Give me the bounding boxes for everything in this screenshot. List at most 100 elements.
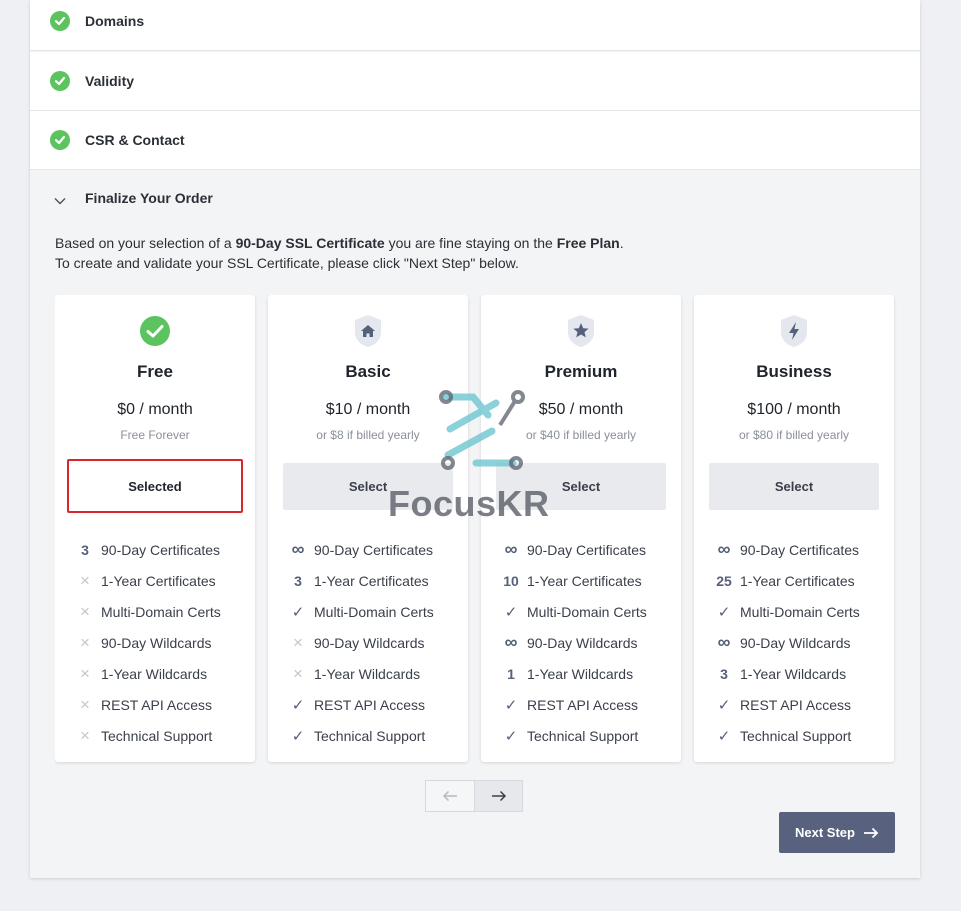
checkmark-icon: ✓ xyxy=(291,696,305,714)
plan-billing-note: or $80 if billed yearly xyxy=(738,428,850,442)
step-label: Finalize Your Order xyxy=(85,190,213,206)
intro-certificate: 90-Day SSL Certificate xyxy=(235,235,385,251)
feature-item: × 1-Year Certificates xyxy=(73,565,253,596)
next-step-button[interactable]: Next Step xyxy=(779,812,895,853)
cross-icon: × xyxy=(80,632,90,652)
feature-item: × 1-Year Wildcards xyxy=(286,658,466,689)
plan-billing-note: Free Forever xyxy=(120,428,190,442)
feature-list: ∞ 90-Day Certificates 10 1-Year Certificate… xyxy=(499,534,679,751)
check-circle-icon xyxy=(139,315,171,347)
plan-name: Business xyxy=(756,362,832,381)
feature-item: ✓ Multi-Domain Certs xyxy=(712,596,892,627)
cross-icon: × xyxy=(80,601,90,621)
feature-item: ✓ REST API Access xyxy=(499,689,679,720)
feature-item: ∞ 90-Day Wildcards xyxy=(499,627,679,658)
step-label: CSR & Contact xyxy=(85,132,185,148)
feature-label: Technical Support xyxy=(314,727,426,744)
plan-price: $50 / month xyxy=(538,401,624,418)
feature-item: ∞ 90-Day Certificates xyxy=(286,534,466,565)
feature-count: 25 xyxy=(716,572,732,589)
step-csr-contact[interactable]: CSR & Contact xyxy=(30,111,920,170)
checkmark-icon: ✓ xyxy=(717,603,731,621)
infinity-icon: ∞ xyxy=(291,539,305,559)
feature-label: Multi-Domain Certs xyxy=(740,603,860,620)
plan-select-button[interactable]: Select xyxy=(283,463,453,510)
arrow-right-icon xyxy=(863,827,879,838)
plan-card-business: Business $100 / month or $80 if billed y… xyxy=(694,295,894,762)
feature-count: 3 xyxy=(294,572,302,589)
plan-carousel: Free $0 / month Free Forever Selected 39… xyxy=(55,295,920,765)
order-wizard-panel: Domains Validity CSR & Contact Finalize … xyxy=(30,0,920,878)
infinity-icon: ∞ xyxy=(504,539,518,559)
cross-icon: × xyxy=(293,663,303,683)
feature-count: 1 xyxy=(507,665,515,682)
plan-card-free: Free $0 / month Free Forever Selected 39… xyxy=(55,295,255,762)
feature-label: REST API Access xyxy=(101,696,213,713)
checkmark-icon: ✓ xyxy=(504,603,518,621)
step-finalize-order[interactable]: Finalize Your Order xyxy=(30,170,920,225)
cross-icon: × xyxy=(80,694,90,714)
plan-card-basic: Basic $10 / month or $8 if billed yearly… xyxy=(268,295,468,762)
checkmark-icon: ✓ xyxy=(504,696,518,714)
step-validity[interactable]: Validity xyxy=(30,52,920,111)
feature-item: 10 1-Year Certificates xyxy=(499,565,679,596)
carousel-prev-button[interactable] xyxy=(425,780,474,812)
feature-label: 1-Year Certificates xyxy=(314,572,429,589)
feature-item: 25 1-Year Certificates xyxy=(712,565,892,596)
checkmark-icon: ✓ xyxy=(717,727,731,745)
star-shield-icon xyxy=(565,315,597,347)
home-shield-icon xyxy=(352,315,384,347)
feature-label: 1-Year Wildcards xyxy=(314,665,421,682)
arrow-right-icon xyxy=(491,790,506,802)
check-circle-icon xyxy=(50,130,70,150)
feature-label: Technical Support xyxy=(527,727,639,744)
cross-icon: × xyxy=(293,632,303,652)
next-step-label: Next Step xyxy=(795,825,855,840)
feature-item: × Multi-Domain Certs xyxy=(73,596,253,627)
feature-label: 1-Year Wildcards xyxy=(101,665,208,682)
plan-name: Basic xyxy=(345,362,391,381)
feature-label: 1-Year Certificates xyxy=(527,572,642,589)
feature-item: × 1-Year Wildcards xyxy=(73,658,253,689)
check-circle-icon xyxy=(50,11,70,31)
bolt-shield-icon xyxy=(778,315,810,347)
feature-label: 1-Year Certificates xyxy=(101,572,216,589)
feature-item: × REST API Access xyxy=(73,689,253,720)
intro-instruction: To create and validate your SSL Certific… xyxy=(55,255,519,271)
feature-item: ✓ Technical Support xyxy=(499,720,679,751)
feature-item: 3 90-Day Certificates xyxy=(73,534,253,565)
plan-select-button[interactable]: Select xyxy=(496,463,666,510)
step-label: Validity xyxy=(85,73,135,89)
feature-label: 90-Day Wildcards xyxy=(101,634,212,651)
feature-label: 1-Year Wildcards xyxy=(527,665,634,682)
feature-item: × 90-Day Wildcards xyxy=(73,627,253,658)
arrow-left-icon xyxy=(442,790,457,802)
feature-item: 1 1-Year Wildcards xyxy=(499,658,679,689)
feature-label: Technical Support xyxy=(101,727,213,744)
feature-item: ✓ REST API Access xyxy=(286,689,466,720)
plan-select-button[interactable]: Select xyxy=(709,463,879,510)
chevron-down-icon xyxy=(54,192,66,210)
feature-label: REST API Access xyxy=(527,696,639,713)
plan-price: $10 / month xyxy=(325,401,411,418)
plan-selected-button[interactable]: Selected xyxy=(67,459,243,513)
feature-label: 1-Year Certificates xyxy=(740,572,855,589)
feature-label: REST API Access xyxy=(740,696,852,713)
carousel-next-button[interactable] xyxy=(474,780,523,812)
feature-label: Multi-Domain Certs xyxy=(314,603,434,620)
order-intro-text: Based on your selection of a 90-Day SSL … xyxy=(55,233,624,273)
feature-item: 3 1-Year Wildcards xyxy=(712,658,892,689)
cross-icon: × xyxy=(80,570,90,590)
plan-price: $0 / month xyxy=(117,401,193,418)
feature-item: 3 1-Year Certificates xyxy=(286,565,466,596)
feature-item: ✓ Technical Support xyxy=(712,720,892,751)
intro-text: Based on your selection of a xyxy=(55,235,236,251)
feature-label: 90-Day Certificates xyxy=(101,541,221,558)
checkmark-icon: ✓ xyxy=(717,696,731,714)
plan-card-premium: Premium $50 / month or $40 if billed yea… xyxy=(481,295,681,762)
feature-count: 3 xyxy=(720,665,728,682)
step-domains[interactable]: Domains xyxy=(30,0,920,51)
feature-label: 1-Year Wildcards xyxy=(740,665,847,682)
infinity-icon: ∞ xyxy=(717,632,731,652)
step-label: Domains xyxy=(85,13,145,29)
